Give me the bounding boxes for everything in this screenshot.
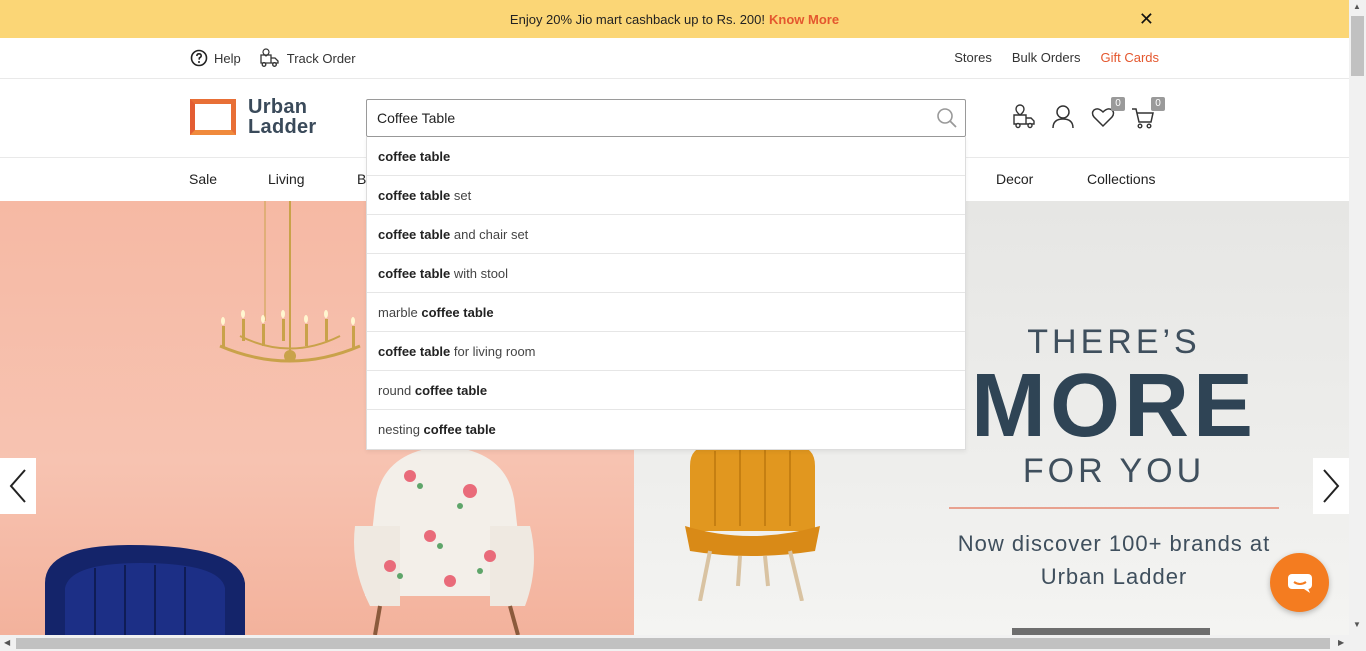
chat-icon [1287, 573, 1312, 593]
suggestion-item[interactable]: coffee table and chair set [367, 215, 965, 254]
track-order-link[interactable]: Track Order [259, 48, 356, 68]
chat-button[interactable] [1270, 553, 1329, 612]
carousel-next-button[interactable] [1313, 458, 1349, 514]
nav-item-bedroom[interactable]: B [357, 171, 366, 187]
suggestion-item[interactable]: coffee table [367, 137, 965, 176]
scroll-up-arrow[interactable]: ▲ [1353, 2, 1361, 11]
search-box [366, 99, 966, 137]
suggestion-item[interactable]: nesting coffee table [367, 410, 965, 449]
suggestion-item[interactable]: round coffee table [367, 371, 965, 410]
store-locator-button[interactable] [1010, 103, 1036, 131]
suggestion-match: coffee table [378, 148, 451, 164]
slide-indicator[interactable] [1012, 628, 1210, 635]
scroll-right-arrow[interactable]: ▶ [1338, 638, 1344, 647]
help-label: Help [214, 50, 241, 66]
nav-item-collections[interactable]: Collections [1087, 171, 1155, 187]
suggestion-suffix: with stool [450, 265, 509, 281]
suggestion-match: coffee table [378, 226, 451, 242]
blue-armchair-image [45, 545, 245, 635]
suggestion-match: coffee table [378, 265, 451, 281]
mustard-chair-image [685, 446, 820, 601]
profile-icon [1052, 105, 1074, 129]
track-order-label: Track Order [286, 50, 356, 66]
suggestion-suffix: for living room [450, 343, 536, 359]
stores-link[interactable]: Stores [954, 50, 992, 65]
hero-headline-3: FOR YOU [1022, 452, 1206, 490]
suggestion-match: coffee table [423, 422, 496, 437]
suggestion-match: coffee table [414, 382, 488, 398]
header-icons: 0 0 [1010, 97, 1165, 131]
search-icon[interactable] [935, 107, 959, 129]
hero-subtext-2: Urban Ladder [1040, 564, 1188, 589]
wishlist-button[interactable]: 0 [1090, 97, 1125, 131]
suggestion-suffix: set [450, 187, 472, 203]
vertical-scrollbar[interactable] [1349, 0, 1366, 651]
urban-ladder-logo[interactable]: Urban Ladder [190, 97, 316, 137]
suggestion-item[interactable]: marble coffee table [367, 293, 965, 332]
nav-item-sale[interactable]: Sale [189, 171, 217, 187]
store-locator-icon [1013, 104, 1035, 129]
hero-subtext-1: Now discover 100+ brands at [957, 531, 1271, 556]
hero-headline-2: MORE [971, 356, 1257, 456]
suggestion-match: coffee table [378, 187, 451, 203]
promo-banner: Enjoy 20% Jio mart cashback up to Rs. 20… [0, 0, 1349, 38]
suggestion-item[interactable]: coffee table for living room [367, 332, 965, 371]
chandelier-image [219, 201, 361, 363]
promo-text: Enjoy 20% Jio mart cashback up to Rs. 20… [509, 11, 765, 27]
profile-button[interactable] [1050, 103, 1076, 131]
scroll-down-arrow[interactable]: ▼ [1353, 620, 1361, 629]
suggestion-match: coffee table [421, 304, 494, 320]
suggestion-plain-prefix: round [378, 382, 415, 398]
track-order-icon [260, 48, 279, 67]
nav-item-living[interactable]: Living [268, 171, 305, 187]
floral-wingback-chair-image [354, 446, 534, 635]
cart-button[interactable]: 0 [1130, 97, 1165, 131]
suggestion-item[interactable]: coffee table with stool [367, 254, 965, 293]
logo-text: Urban Ladder [248, 96, 317, 138]
suggestion-plain-prefix: nesting [378, 422, 424, 437]
suggestion-match: coffee table [378, 343, 451, 359]
nav-item-decor[interactable]: Decor [996, 171, 1033, 187]
help-icon [190, 49, 208, 67]
scroll-left-arrow[interactable]: ◀ [4, 638, 10, 647]
help-link[interactable]: Help [190, 49, 241, 67]
vertical-scrollbar-thumb[interactable] [1351, 16, 1364, 76]
cart-count-badge: 0 [1151, 97, 1165, 111]
search-suggestions-dropdown: coffee table coffee table set coffee table… [366, 137, 966, 450]
bulk-orders-link[interactable]: Bulk Orders [1012, 50, 1081, 65]
promo-know-more-link[interactable]: Know More [769, 12, 839, 27]
logo-mark [190, 99, 236, 135]
hero-divider [949, 507, 1279, 509]
suggestion-item[interactable]: coffee table set [367, 176, 965, 215]
chevron-left-icon [9, 469, 26, 503]
gift-cards-link[interactable]: Gift Cards [1100, 50, 1159, 65]
suggestion-suffix: and chair set [450, 226, 529, 242]
hero-text-block: THERE’S MORE FOR YOU Now discover 100+ b… [944, 323, 1284, 593]
horizontal-scrollbar-thumb[interactable] [16, 638, 1330, 649]
chevron-right-icon [1323, 469, 1340, 503]
suggestion-plain-prefix: marble [378, 304, 422, 320]
search-input[interactable] [367, 100, 927, 136]
carousel-prev-button[interactable] [0, 458, 36, 514]
close-icon[interactable]: ✕ [1139, 9, 1154, 30]
utility-bar: Help Track Order Stores Bulk Orders Gift… [0, 38, 1349, 79]
wishlist-count-badge: 0 [1111, 97, 1125, 111]
